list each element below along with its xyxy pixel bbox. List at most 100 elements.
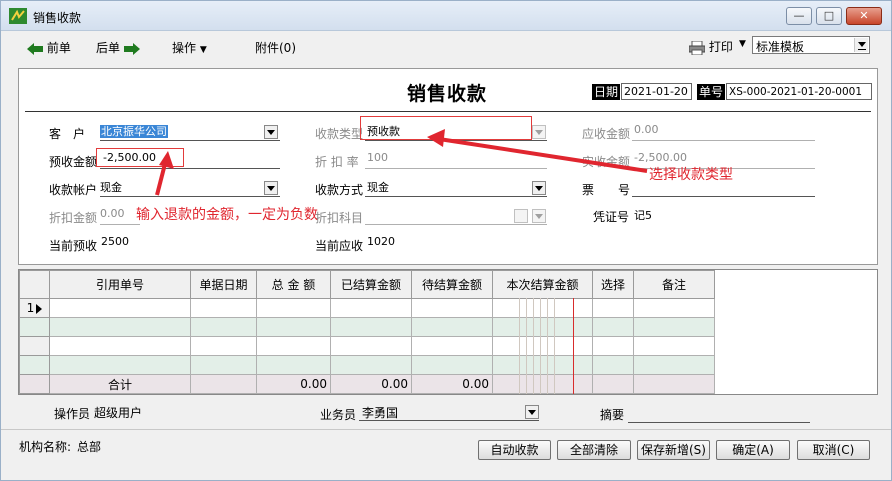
table-cell[interactable] xyxy=(492,298,593,318)
annotation-arrow-type-head xyxy=(427,129,445,147)
col-doc-date[interactable]: 单据日期 xyxy=(190,270,257,299)
detail-grid: 引用单号 单据日期 总 金 额 已结算金额 待结算金额 本次结算金额 选择 备注… xyxy=(18,269,878,395)
table-cell[interactable] xyxy=(330,317,412,337)
app-icon xyxy=(9,8,27,24)
annotation-refund-text: 输入退款的金额，一定为负数 xyxy=(136,207,318,223)
next-doc-button[interactable]: 后单 xyxy=(96,39,140,56)
table-cell[interactable] xyxy=(592,355,634,375)
annotation-type-text: 选择收款类型 xyxy=(649,167,733,183)
table-cell[interactable] xyxy=(592,298,634,318)
close-button[interactable]: ✕ xyxy=(846,7,882,25)
table-cell[interactable] xyxy=(190,317,257,337)
table-cell[interactable] xyxy=(49,298,191,318)
confirm-button[interactable]: 确定(A) xyxy=(716,440,790,460)
cancel-button[interactable]: 取消(C) xyxy=(797,440,870,460)
minimize-button[interactable]: — xyxy=(786,7,812,25)
table-cell xyxy=(492,374,593,394)
salesman-field[interactable]: 李勇国 xyxy=(362,404,398,421)
attachment-label: 附件(0) xyxy=(255,41,296,55)
table-cell[interactable] xyxy=(592,336,634,356)
total-amount-sum: 0.00 xyxy=(256,374,331,394)
footer-divider xyxy=(1,429,891,430)
row-number xyxy=(19,336,50,356)
table-row[interactable] xyxy=(19,336,715,356)
table-cell[interactable] xyxy=(492,336,593,356)
summary-label: 摘要 xyxy=(600,408,625,422)
current-row-icon xyxy=(36,303,43,314)
column-guide xyxy=(533,298,534,394)
column-guide xyxy=(526,298,527,394)
col-this-settle[interactable]: 本次结算金额 xyxy=(492,270,593,299)
print-button[interactable]: 打印 xyxy=(689,38,733,55)
table-cell[interactable] xyxy=(330,298,412,318)
column-guide xyxy=(547,298,548,394)
table-cell[interactable] xyxy=(256,355,331,375)
chevron-down-icon[interactable] xyxy=(854,38,868,52)
printer-icon xyxy=(689,40,705,55)
caret-down-icon: ▼ xyxy=(199,45,207,55)
salesman-dropdown-icon[interactable] xyxy=(525,405,539,419)
col-total-amount[interactable]: 总 金 额 xyxy=(256,270,331,299)
annotation-arrow-refund-head xyxy=(159,151,174,169)
table-cell[interactable] xyxy=(49,317,191,337)
table-cell[interactable] xyxy=(330,355,412,375)
table-cell[interactable] xyxy=(633,317,715,337)
table-cell[interactable] xyxy=(190,355,257,375)
table-cell[interactable] xyxy=(256,336,331,356)
table-cell[interactable] xyxy=(411,355,493,375)
table-cell[interactable] xyxy=(49,336,191,356)
settled-sum: 0.00 xyxy=(330,374,412,394)
col-pending[interactable]: 待结算金额 xyxy=(411,270,493,299)
annotation-arrows xyxy=(155,129,648,196)
table-cell xyxy=(633,374,715,394)
table-cell[interactable] xyxy=(592,317,634,337)
operations-menu[interactable]: 操作 ▼ xyxy=(172,39,207,56)
col-settled[interactable]: 已结算金额 xyxy=(330,270,412,299)
table-cell[interactable] xyxy=(633,298,715,318)
auto-collect-button[interactable]: 自动收款 xyxy=(478,440,551,460)
table-cell[interactable] xyxy=(411,317,493,337)
grid-header-row: 引用单号 单据日期 总 金 额 已结算金额 待结算金额 本次结算金额 选择 备注 xyxy=(19,270,715,299)
table-row[interactable] xyxy=(19,355,715,375)
print-template-select[interactable]: 标准模板 xyxy=(752,36,870,54)
arrow-right-icon xyxy=(123,42,140,55)
close-icon: ✕ xyxy=(859,9,869,22)
salesman-underline xyxy=(359,420,539,421)
table-cell[interactable] xyxy=(633,336,715,356)
col-remark[interactable]: 备注 xyxy=(633,270,715,299)
table-cell[interactable] xyxy=(190,336,257,356)
maximize-button[interactable]: □ xyxy=(816,7,842,25)
table-cell[interactable] xyxy=(411,298,493,318)
table-cell[interactable] xyxy=(190,298,257,318)
pending-sum: 0.00 xyxy=(411,374,493,394)
table-row[interactable] xyxy=(19,317,715,337)
title-bar: 销售收款 — □ ✕ xyxy=(1,1,891,31)
salesman-label: 业务员 xyxy=(320,408,357,422)
print-dropdown-icon[interactable]: ▼ xyxy=(739,39,746,49)
table-cell[interactable] xyxy=(492,317,593,337)
print-label: 打印 xyxy=(708,40,733,54)
org-value: 总部 xyxy=(77,440,102,454)
header-form: 销售收款 日期 2021-01-20 单号 XS-000-2021-01-20-… xyxy=(18,68,878,265)
toolbar: 前单 后单 操作 ▼ 附件(0) 打印 ▼ 标准模板 xyxy=(1,31,891,63)
window-title: 销售收款 xyxy=(33,11,82,25)
col-select[interactable]: 选择 xyxy=(592,270,634,299)
table-cell[interactable] xyxy=(49,355,191,375)
row-number xyxy=(19,317,50,337)
table-cell[interactable] xyxy=(492,355,593,375)
table-cell[interactable] xyxy=(256,317,331,337)
table-row[interactable]: 1 xyxy=(19,298,715,318)
col-ref-no[interactable]: 引用单号 xyxy=(49,270,191,299)
attachment-button[interactable]: 附件(0) xyxy=(255,39,296,56)
prev-doc-button[interactable]: 前单 xyxy=(27,39,71,56)
column-resize-guide xyxy=(573,298,574,394)
table-cell[interactable] xyxy=(411,336,493,356)
table-cell[interactable] xyxy=(633,355,715,375)
clear-all-button[interactable]: 全部清除 xyxy=(557,440,631,460)
table-cell[interactable] xyxy=(330,336,412,356)
minimize-icon: — xyxy=(793,9,805,22)
print-template-value: 标准模板 xyxy=(756,40,805,54)
row-number xyxy=(19,374,50,394)
table-cell[interactable] xyxy=(256,298,331,318)
save-new-button[interactable]: 保存新增(S) xyxy=(637,440,710,460)
